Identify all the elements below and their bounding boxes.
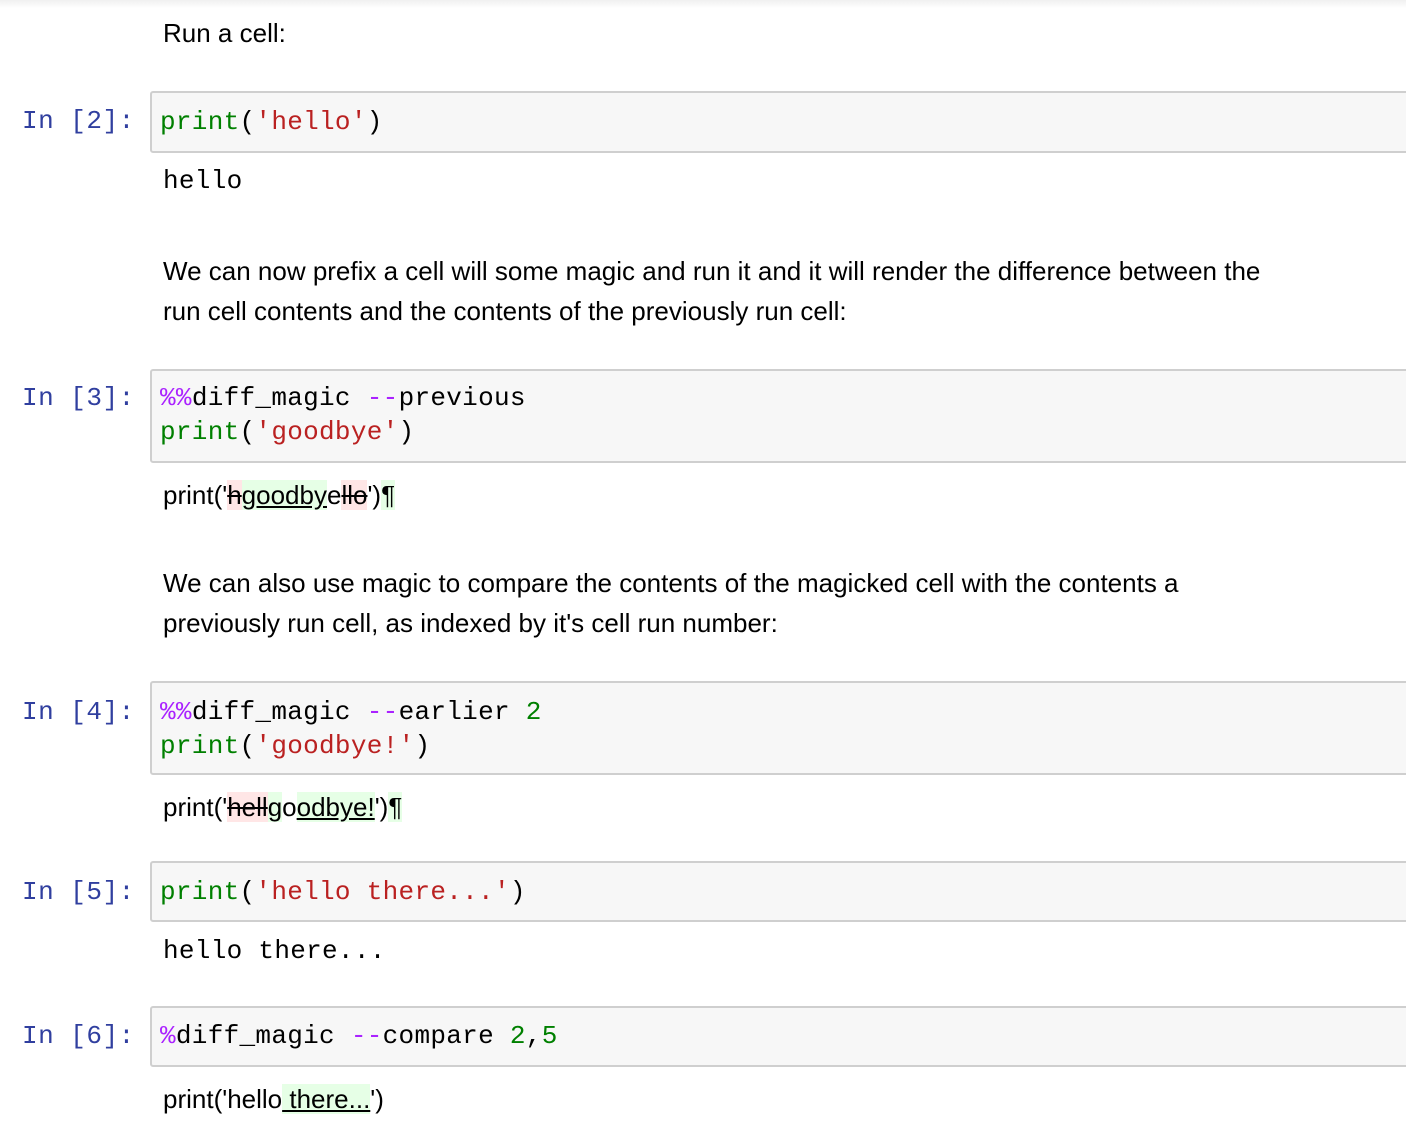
diff-output: print('hgoodbyello')¶ — [163, 480, 396, 511]
cell-output: hello — [163, 166, 243, 196]
code-token: %% — [160, 383, 192, 413]
diff-equal: e — [326, 480, 342, 510]
code-token: 2 — [509, 1021, 526, 1051]
code-token: compare — [382, 1021, 510, 1051]
markdown-line: run cell contents and the contents of th… — [163, 296, 847, 326]
code-token: diff_magic — [191, 697, 367, 727]
code-token: 'goodbye!' — [255, 731, 415, 761]
code-token: print — [160, 417, 240, 447]
code-token: -- — [350, 1021, 383, 1051]
code-token: %% — [160, 697, 192, 727]
diff-equal: print('hello — [163, 1084, 283, 1114]
cell-prompt: In [5]: — [22, 877, 135, 907]
cell-prompt: In [2]: — [22, 106, 135, 136]
code-token: ) — [366, 107, 383, 137]
markdown-paragraph: We can now prefix a cell will some magic… — [163, 251, 1260, 331]
code-line[interactable]: print('goodbye!') — [160, 729, 430, 763]
code-token: ( — [239, 107, 256, 137]
code-token: % — [160, 1021, 176, 1051]
code-token: -- — [366, 383, 399, 413]
code-token: ( — [239, 731, 256, 761]
diff-delete: llo — [341, 480, 368, 510]
diff-equal: ') — [367, 480, 382, 510]
code-line[interactable]: %%diff_magic --earlier 2 — [160, 695, 542, 729]
markdown-line: previously run cell, as indexed by it's … — [163, 608, 778, 638]
pilcrow-mark: ¶ — [388, 792, 403, 822]
code-token: ) — [509, 877, 526, 907]
code-token: previous — [398, 383, 526, 413]
markdown-line: We can now prefix a cell will some magic… — [163, 256, 1261, 286]
code-token: diff_magic — [191, 383, 367, 413]
diff-output: print('hello there...') — [163, 1084, 384, 1115]
code-token: ) — [398, 417, 415, 447]
code-token: earlier — [398, 697, 526, 727]
diff-insert: odbye! — [296, 792, 375, 822]
diff-insert: there... — [282, 1084, 371, 1114]
code-line[interactable]: print('hello') — [160, 105, 383, 139]
diff-equal: print(' — [163, 792, 228, 822]
diff-delete: hell — [227, 792, 268, 822]
diff-equal: print(' — [163, 480, 228, 510]
code-token: ) — [414, 731, 431, 761]
diff-insert: goodby — [241, 480, 327, 510]
code-token: diff_magic — [175, 1021, 351, 1051]
markdown-line: We can also use magic to compare the con… — [163, 568, 1179, 598]
pilcrow-mark: ¶ — [381, 480, 396, 510]
code-line[interactable]: print('hello there...') — [160, 875, 526, 909]
top-shadow — [0, 0, 1406, 8]
code-token: -- — [366, 697, 399, 727]
code-token: 2 — [525, 697, 542, 727]
diff-delete: h — [227, 480, 242, 510]
cell-prompt: In [4]: — [22, 697, 135, 727]
cell-prompt: In [6]: — [22, 1021, 135, 1051]
code-line[interactable]: print('goodbye') — [160, 415, 414, 449]
code-token: print — [160, 877, 240, 907]
diff-equal: o — [282, 792, 297, 822]
code-token: 5 — [541, 1021, 558, 1051]
code-token: 'hello' — [255, 107, 367, 137]
code-line[interactable]: %%diff_magic --previous — [160, 381, 526, 415]
code-token: 'goodbye' — [255, 417, 399, 447]
cell-prompt: In [3]: — [22, 383, 135, 413]
code-line[interactable]: %diff_magic --compare 2,5 — [160, 1019, 558, 1053]
diff-equal: ') — [374, 792, 389, 822]
markdown-paragraph: We can also use magic to compare the con… — [163, 563, 1179, 643]
code-token: , — [525, 1021, 542, 1051]
code-token: print — [160, 107, 240, 137]
cell-output: hello there... — [163, 936, 386, 966]
diff-insert: g — [267, 792, 283, 822]
code-token: ( — [239, 877, 256, 907]
markdown-run-a-cell: Run a cell: — [163, 18, 286, 48]
diff-output: print('hellgoodbye!')¶ — [163, 792, 403, 823]
code-token: ( — [239, 417, 256, 447]
code-token: 'hello there...' — [255, 877, 510, 907]
code-token: print — [160, 731, 240, 761]
diff-equal: ') — [370, 1084, 384, 1114]
